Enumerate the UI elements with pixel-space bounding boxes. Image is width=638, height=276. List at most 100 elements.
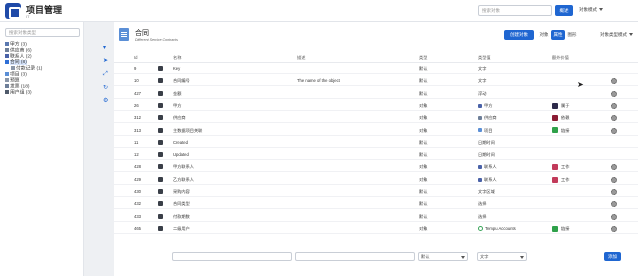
refresh-icon[interactable]: ↻ [103,84,108,91]
attribute-name[interactable]: 甲方联系人 [173,162,194,172]
col-value-type: 类型值 [478,55,491,60]
gear-icon[interactable] [611,90,617,97]
attribute-id: 9 [134,66,137,71]
value-type-label: 浮动 [478,90,487,96]
table-row[interactable]: 427 金额 默认 浮动 [114,89,638,99]
table-row[interactable]: 9 Key 默认 文字 [114,64,638,74]
create-object-button[interactable]: 创建对象 [504,30,534,40]
table-row[interactable]: 465 二级用户 对象 Tempu Accounts 链接 [114,224,638,234]
table-row[interactable]: 430 采购内容 默认 文字区域 [114,187,638,197]
attribute-name[interactable]: 甲方 [173,101,181,111]
database-icon [158,213,163,219]
gear-icon[interactable] [611,164,617,171]
object-type-title: 合同 [135,30,149,37]
attribute-value-type: 文字区域 [478,187,495,197]
sidebar-item-label: 联系人 (2) [10,54,32,60]
table-row[interactable]: 433 付款期数 默认 选择 [114,212,638,222]
attribute-extra: 工作 [552,175,569,185]
attribute-type: 对象 [419,115,428,121]
table-row[interactable]: 26 甲方 对象 甲方 属于 [114,101,638,111]
value-type-label: 选择 [478,201,487,207]
gear-icon[interactable] [611,102,617,109]
attribute-name[interactable]: 合同类型 [173,199,190,209]
table-row[interactable]: 429 乙方联系人 对象 联系人 工作 [114,175,638,185]
new-description-input[interactable] [295,252,415,261]
attribute-name[interactable]: 二级用户 [173,224,190,234]
table-row[interactable]: 11 Created 默认 日期时间 [114,138,638,148]
object-mode-dropdown[interactable]: 对象模式 [576,5,622,16]
sidebar-item-label: 甲方 (3) [10,42,27,48]
gear-icon[interactable] [611,225,617,232]
color-swatch [552,225,558,232]
attribute-name[interactable]: Updated [173,150,189,160]
gear-icon[interactable] [611,115,617,122]
tab-graph[interactable]: 图形 [565,30,579,40]
table-row[interactable]: 313 主数据项目关联 对象 项目 链接 [114,126,638,136]
value-type-label: 供应商 [484,115,497,121]
attribute-type: 对象 [419,176,428,182]
gear-icon[interactable] [611,189,617,195]
new-type-select[interactable]: 默认 [418,252,468,261]
color-swatch [552,164,558,171]
pointer-icon[interactable]: ➤ [103,57,108,64]
object-type-icon [5,60,9,64]
settings-icon[interactable]: ⚙ [103,97,108,104]
attribute-type: 默认 [419,213,428,219]
object-type-icon [478,177,482,182]
sidebar-item-label: 供应商 (6) [10,48,32,54]
filter-icon[interactable]: ▾ [103,44,106,51]
extra-label: 链接 [561,225,570,231]
top-search-input[interactable]: 搜索对象 [478,5,552,16]
main-panel: 合同 Different Service Contracts 创建对象 对象 属… [114,22,638,276]
attribute-type: 默认 [419,139,428,145]
database-icon [158,139,163,145]
attribute-name[interactable]: Created [173,138,188,148]
table-row[interactable]: 432 合同类型 默认 选择 [114,199,638,210]
add-attribute-button[interactable]: 添加 [604,252,621,261]
attribute-name[interactable]: Key [173,64,180,74]
table-row[interactable]: 428 甲方联系人 对象 联系人 工作 [114,162,638,173]
object-type-search-input[interactable]: 搜索对象类型 [5,28,80,37]
database-icon [158,78,163,84]
attribute-value-type: 供应商 [478,113,497,123]
gear-icon[interactable] [611,201,617,208]
color-swatch [552,176,558,183]
value-type-label: Tempu Accounts [485,225,516,231]
resize-icon[interactable]: ⤢ [103,71,108,78]
attribute-id: 12 [134,152,139,158]
overview-button[interactable]: 概述 [555,5,573,16]
attribute-name[interactable]: 乙方联系人 [173,175,194,185]
extra-label: 链接 [561,127,570,133]
attribute-name[interactable]: 付款期数 [173,212,190,222]
table-row[interactable]: 10 合同编号 The name of the object 默认 文字 [114,76,638,87]
attribute-type: 默认 [419,78,428,84]
new-value-type-select[interactable]: 文字 [477,252,527,261]
database-icon [158,102,163,108]
tab-properties[interactable]: 属性 [551,30,565,40]
object-mode-label: 对象模式 [579,7,597,12]
attribute-name[interactable]: 合同编号 [173,76,190,86]
attribute-type: 对象 [419,164,428,170]
table-row[interactable]: 12 Updated 默认 日期时间 [114,150,638,161]
table-row[interactable]: 312 供应商 对象 供应商 依赖 [114,113,638,124]
gear-icon[interactable] [611,78,617,85]
type-mode-label: 对象类型模式 [600,32,627,37]
value-type-label: 项目 [484,127,493,133]
attribute-name[interactable]: 供应商 [173,113,186,123]
new-name-input[interactable] [172,252,292,261]
object-type-icon [5,42,9,46]
attribute-extra: 链接 [552,126,569,136]
tempo-icon [478,226,483,232]
gear-icon[interactable] [611,176,617,183]
attribute-name[interactable]: 金额 [173,89,181,99]
attribute-name[interactable]: 采购内容 [173,187,190,197]
database-icon [158,225,163,231]
gear-icon[interactable] [611,127,617,134]
gear-icon[interactable] [611,213,617,220]
attribute-description: The name of the object [297,78,340,84]
tab-objects[interactable]: 对象 [537,30,551,40]
document-icon [119,28,129,41]
attribute-name[interactable]: 主数据项目关联 [173,126,202,136]
sidebar-item[interactable]: 用户组 (3) [5,90,83,96]
type-mode-dropdown[interactable]: 对象类型模式 [600,30,636,40]
